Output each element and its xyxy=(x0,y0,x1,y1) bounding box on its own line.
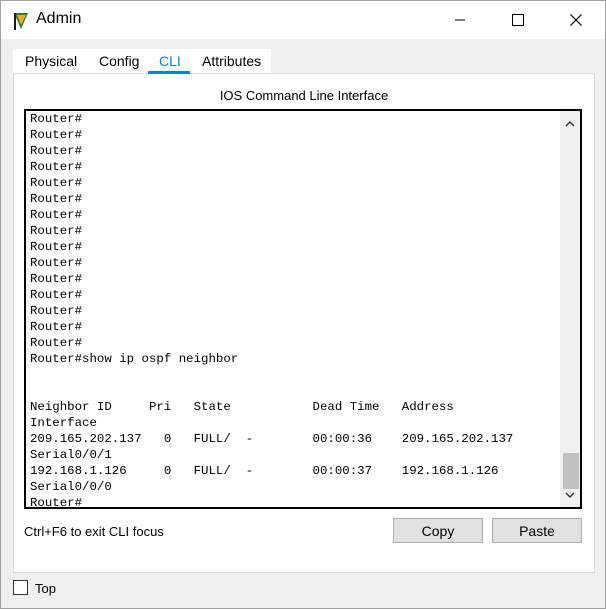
cli-header: IOS Command Line Interface xyxy=(219,88,389,103)
tab-config[interactable]: Config xyxy=(99,53,139,69)
packet-tracer-app-icon xyxy=(14,13,28,30)
maximize-button[interactable] xyxy=(489,1,547,39)
active-tab-indicator xyxy=(148,71,190,74)
tab-cli[interactable]: CLI xyxy=(159,53,181,69)
tab-attributes[interactable]: Attributes xyxy=(202,53,261,69)
close-button[interactable] xyxy=(547,1,605,39)
copy-button[interactable]: Copy xyxy=(393,518,483,543)
minimize-button[interactable] xyxy=(431,1,489,39)
cli-focus-hint: Ctrl+F6 to exit CLI focus xyxy=(24,524,164,539)
paste-button[interactable]: Paste xyxy=(492,518,582,543)
top-checkbox[interactable] xyxy=(13,580,28,595)
scroll-down-button[interactable] xyxy=(560,487,580,503)
tab-physical[interactable]: Physical xyxy=(25,53,77,69)
window-title: Admin xyxy=(36,10,82,27)
terminal-scrollbar[interactable] xyxy=(560,111,580,507)
cli-terminal[interactable]: Router# Router# Router# Router# Router# … xyxy=(24,109,582,509)
top-checkbox-label: Top xyxy=(35,581,56,596)
scrollbar-thumb[interactable] xyxy=(563,453,579,489)
chevron-down-icon xyxy=(565,492,575,498)
terminal-output[interactable]: Router# Router# Router# Router# Router# … xyxy=(30,111,513,507)
close-icon xyxy=(570,14,582,26)
title-bar: Admin xyxy=(1,1,605,39)
maximize-icon xyxy=(512,14,524,26)
chevron-up-icon xyxy=(565,120,575,126)
scroll-up-button[interactable] xyxy=(560,115,580,131)
window: Admin Physical Config CLI Attributes IOS… xyxy=(0,0,606,609)
minimize-icon xyxy=(455,19,465,21)
